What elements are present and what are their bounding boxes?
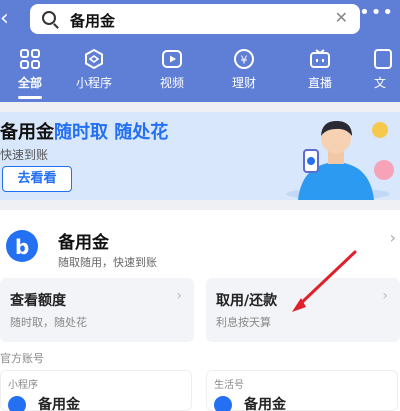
annotation-arrow	[292, 250, 357, 312]
